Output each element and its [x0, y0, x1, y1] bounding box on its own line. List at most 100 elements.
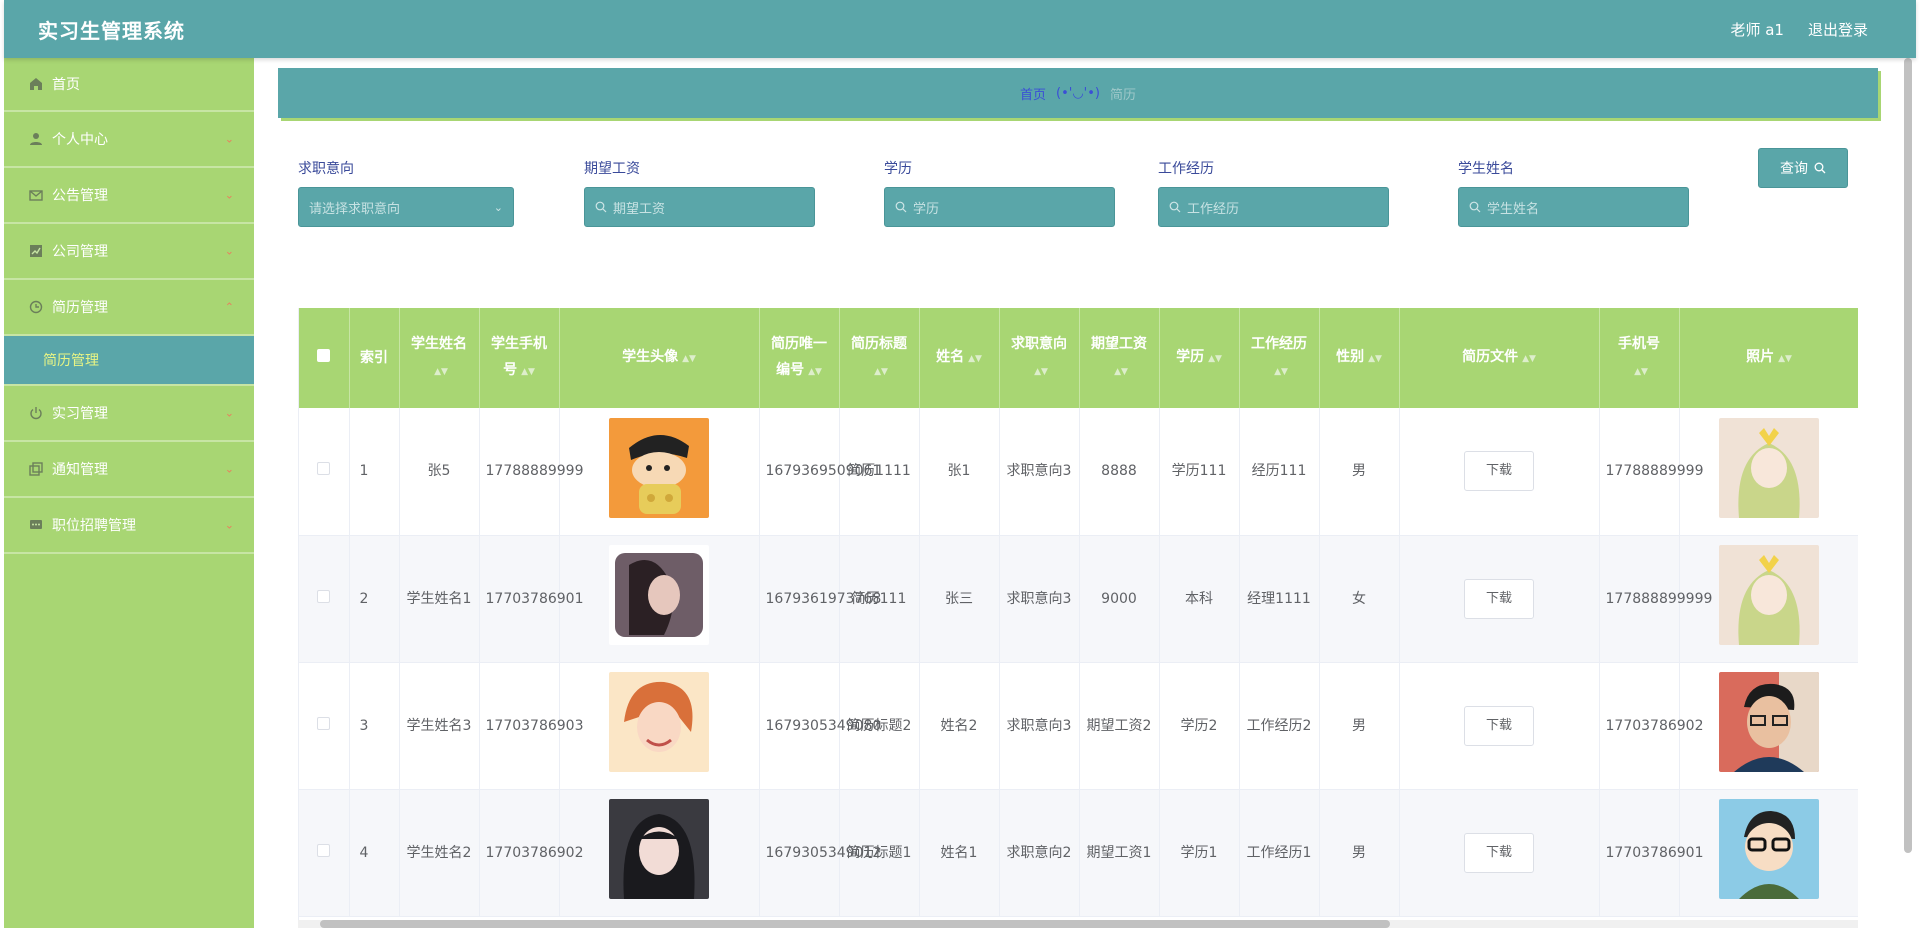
- sort-icon[interactable]: ▲▼: [1274, 359, 1288, 385]
- photo-image-cartoon-glasses[interactable]: [1719, 799, 1819, 899]
- sidebar-item-home[interactable]: 首页: [4, 58, 254, 112]
- download-button[interactable]: 下载: [1464, 578, 1534, 619]
- top-header: 实习生管理系统 老师 a1 退出登录: [4, 0, 1916, 58]
- sidebar-item-resume[interactable]: 简历管理 ⌃: [4, 280, 254, 336]
- col-header[interactable]: 期望工资 ▲▼: [1079, 308, 1160, 408]
- scrollbar-thumb[interactable]: [320, 920, 1390, 928]
- col-header[interactable]: 姓名 ▲▼: [919, 308, 1000, 408]
- row-checkbox[interactable]: [317, 589, 331, 603]
- cell-student-name: 学生姓名1: [399, 535, 480, 663]
- student-name-input[interactable]: 学生姓名: [1458, 187, 1689, 227]
- table-row: 1 张5 17788889999 1679369509061 简历1111 张1…: [299, 408, 1858, 536]
- col-header[interactable]: 简历文件 ▲▼: [1399, 308, 1600, 408]
- input-placeholder: 学历: [913, 201, 940, 217]
- col-header[interactable]: 照片 ▲▼: [1679, 308, 1858, 408]
- current-user[interactable]: 老师 a1: [1730, 19, 1784, 40]
- sort-icon[interactable]: ▲▼: [1634, 359, 1648, 385]
- cell-gender: 男: [1319, 408, 1400, 536]
- sidebar-item-company[interactable]: 公司管理 ⌄: [4, 224, 254, 280]
- col-header[interactable]: 学生姓名 ▲▼: [399, 308, 480, 408]
- sort-icon[interactable]: ▲▼: [874, 359, 888, 385]
- breadcrumb-home[interactable]: 首页: [1020, 84, 1046, 103]
- avatar-image-smiling-girl[interactable]: [609, 672, 709, 772]
- cell-resume-no: 1679305349080: [759, 662, 881, 790]
- download-button[interactable]: 下载: [1464, 832, 1534, 873]
- submenu-item-resume-manage[interactable]: 简历管理: [4, 336, 254, 386]
- cell-gender: 女: [1319, 535, 1400, 663]
- select-all-cell[interactable]: [299, 308, 350, 408]
- download-button[interactable]: 下载: [1464, 705, 1534, 746]
- col-header[interactable]: 学生头像 ▲▼: [559, 308, 760, 408]
- vertical-scrollbar[interactable]: [1904, 58, 1914, 858]
- cell-intent: 求职意向3: [999, 535, 1080, 663]
- edu-input[interactable]: 学历: [884, 187, 1115, 227]
- cell-avatar: [559, 789, 760, 917]
- sort-icon[interactable]: ▲▼: [1368, 346, 1382, 372]
- sort-icon[interactable]: ▲▼: [1114, 359, 1128, 385]
- sidebar-item-profile[interactable]: 个人中心 ⌄: [4, 112, 254, 168]
- sort-icon[interactable]: ▲▼: [682, 346, 696, 372]
- col-header[interactable]: 性别 ▲▼: [1319, 308, 1400, 408]
- col-header[interactable]: 简历唯一编号 ▲▼: [759, 308, 840, 408]
- cell-phone: 17703786901: [1599, 789, 1703, 917]
- cell-intent: 求职意向3: [999, 662, 1080, 790]
- horizontal-scrollbar[interactable]: [298, 920, 1858, 928]
- table-row: 2 学生姓名1 17703786901 1679361973768 简历111 …: [299, 535, 1858, 663]
- col-header[interactable]: 手机号 ▲▼: [1599, 308, 1680, 408]
- col-header[interactable]: 工作经历 ▲▼: [1239, 308, 1320, 408]
- cell-avatar: [559, 535, 760, 663]
- input-placeholder: 期望工资: [613, 201, 666, 217]
- sidebar-item-job[interactable]: 职位招聘管理 ⌄: [4, 498, 254, 554]
- sort-icon[interactable]: ▲▼: [434, 359, 448, 385]
- sidebar-item-notice[interactable]: 公告管理 ⌄: [4, 168, 254, 224]
- cell-photo: [1679, 408, 1858, 536]
- download-button[interactable]: 下载: [1464, 451, 1534, 492]
- avatar-image-cartoon-boy[interactable]: [609, 417, 709, 518]
- salary-input[interactable]: 期望工资: [584, 187, 815, 227]
- col-header[interactable]: 求职意向 ▲▼: [999, 308, 1080, 408]
- cell-resume-no: 1679305349012: [759, 789, 881, 917]
- search-icon: [895, 201, 907, 213]
- sort-icon[interactable]: ▲▼: [1208, 346, 1222, 372]
- sidebar-item-internship[interactable]: 实习管理 ⌄: [4, 386, 254, 442]
- mail-icon: [28, 187, 44, 203]
- row-checkbox[interactable]: [317, 843, 331, 857]
- col-header[interactable]: 简历标题▲▼: [839, 308, 920, 408]
- photo-image-anime-girl[interactable]: [1719, 545, 1819, 645]
- sort-icon[interactable]: ▲▼: [1522, 346, 1536, 372]
- field-exp: 工作经历 工作经历: [1158, 158, 1389, 227]
- cell-index: 1: [349, 408, 400, 536]
- row-checkbox[interactable]: [317, 716, 331, 730]
- sort-icon[interactable]: ▲▼: [1778, 346, 1792, 372]
- photo-image-man-glasses[interactable]: [1719, 672, 1819, 772]
- sidebar-item-notify[interactable]: 通知管理 ⌄: [4, 442, 254, 498]
- cell-name: 姓名1: [919, 789, 1000, 917]
- col-header[interactable]: 学生手机号 ▲▼: [479, 308, 560, 408]
- cell-salary: 期望工资1: [1079, 789, 1160, 917]
- sidebar-item-label: 简历管理: [52, 300, 108, 316]
- avatar-image-pillow[interactable]: [609, 545, 709, 645]
- cell-phone: 17788889999: [1599, 408, 1703, 536]
- query-button[interactable]: 查询: [1758, 148, 1848, 188]
- cell-avatar: [559, 408, 760, 536]
- row-checkbox[interactable]: [317, 462, 331, 476]
- cell-student-phone: 17703786902: [479, 789, 583, 917]
- cell-phone: 17703786902: [1599, 662, 1703, 790]
- scrollbar-thumb[interactable]: [1904, 58, 1912, 853]
- cell-title: 简历标题1: [839, 789, 920, 917]
- avatar-image-dark-hair-girl[interactable]: [609, 799, 709, 899]
- logout-link[interactable]: 退出登录: [1808, 19, 1868, 40]
- select-all-checkbox[interactable]: [317, 349, 331, 362]
- photo-image-anime-girl[interactable]: [1719, 417, 1819, 518]
- exp-input[interactable]: 工作经历: [1158, 187, 1389, 227]
- sort-icon[interactable]: ▲▼: [808, 359, 822, 385]
- sort-icon[interactable]: ▲▼: [1034, 359, 1048, 385]
- field-edu: 学历 学历: [884, 158, 1115, 227]
- sidebar-item-label: 个人中心: [52, 132, 108, 148]
- cell-salary: 9000: [1079, 535, 1160, 663]
- sort-icon[interactable]: ▲▼: [521, 359, 535, 385]
- col-header[interactable]: 学历 ▲▼: [1159, 308, 1240, 408]
- intent-select[interactable]: 请选择求职意向 ⌄: [298, 187, 514, 227]
- sort-icon[interactable]: ▲▼: [968, 346, 982, 372]
- cell-avatar: [559, 662, 760, 790]
